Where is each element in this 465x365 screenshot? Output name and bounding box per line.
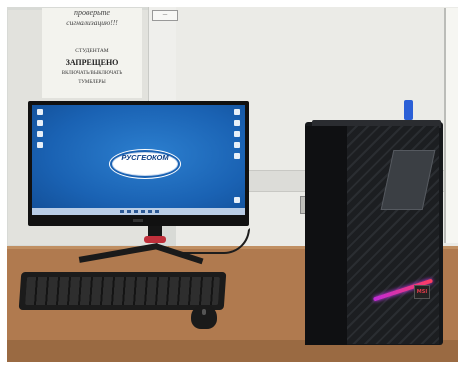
desktop-icon: [234, 153, 240, 159]
desktop-icon: [234, 197, 240, 203]
notice-line-3: СТУДЕНТАМ: [75, 48, 109, 54]
notice-line-5: ВКЛЮЧАТЬ/ВЫКЛЮЧАТЬ: [61, 71, 123, 76]
mouse: [191, 305, 217, 329]
monitor-screen: РУСГЕОКОМ: [32, 105, 245, 215]
desktop-icon: [37, 142, 43, 148]
notice-line-4: ЗАПРЕЩЕНО: [65, 58, 119, 67]
pc-badge-text: MSI: [416, 289, 428, 295]
desktop-icon: [234, 131, 240, 137]
logo-text: РУСГЕОКОМ: [121, 153, 169, 162]
usb-drive: [404, 100, 413, 120]
notice-line-1: проверьте: [74, 8, 110, 17]
desktop-icon: [234, 109, 240, 115]
desktop-icon: [234, 120, 240, 126]
pc-brand-badge: MSI: [414, 285, 430, 299]
desktop-icon: [37, 131, 43, 137]
keyboard: [18, 272, 227, 310]
wall-label: —: [152, 10, 178, 21]
keyboard-keys: [25, 277, 220, 305]
taskbar-icon: [134, 210, 138, 213]
mouse-wheel: [202, 309, 206, 315]
taskbar-icon: [148, 210, 152, 213]
monitor-bezel-logo: [133, 219, 143, 222]
pc-side-panel: [305, 126, 347, 345]
desktop-icon: [234, 142, 240, 148]
notice-line-2: сигнализацию!!!: [66, 18, 118, 27]
taskbar: [32, 208, 245, 215]
monitor-stand-accent: [144, 236, 166, 243]
taskbar-icon: [141, 210, 145, 213]
photo: проверьте сигнализацию!!! СТУДЕНТАМ ЗАПР…: [0, 0, 465, 365]
window-edge: [444, 8, 462, 243]
notice-line-6: ТУМБЛЕРЫ: [78, 80, 106, 85]
wall-notice: проверьте сигнализацию!!! СТУДЕНТАМ ЗАПР…: [42, 8, 142, 98]
monitor: РУСГЕОКОМ: [28, 101, 249, 226]
taskbar-icon: [120, 210, 124, 213]
rusgeokom-logo: РУСГЕОКОМ: [112, 152, 178, 176]
desktop-icon: [37, 120, 43, 126]
taskbar-icon: [127, 210, 131, 213]
taskbar-icon: [155, 210, 159, 213]
desktop-icon: [37, 109, 43, 115]
